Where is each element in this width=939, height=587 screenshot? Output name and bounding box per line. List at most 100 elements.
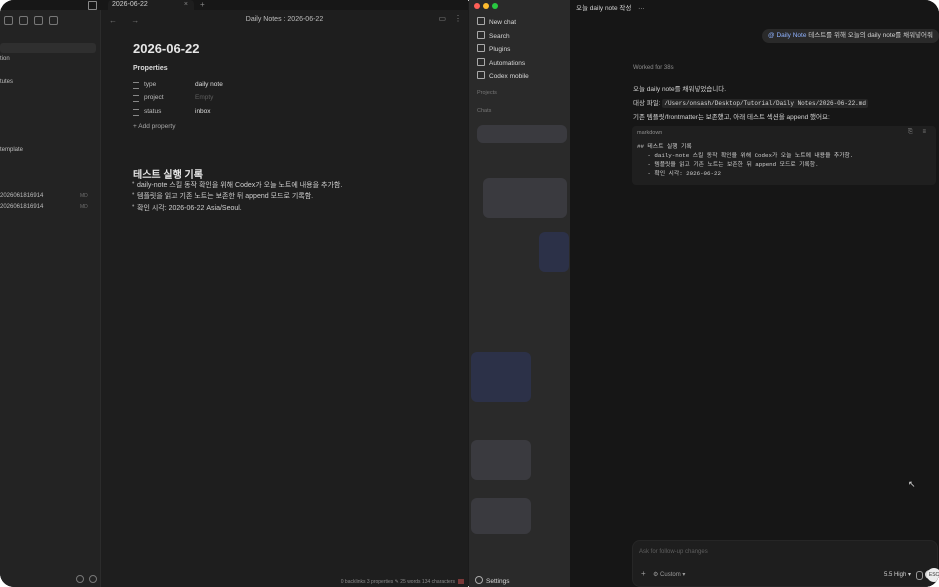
chat-list-item[interactable] <box>477 125 567 143</box>
code-actions[interactable]: ⎘ ≡ <box>908 129 930 136</box>
user-message: @ Daily Note 테스트를 위해 오늘의 daily note를 채워넣… <box>762 29 939 43</box>
sidebar-toggle-icon[interactable] <box>88 1 97 10</box>
phone-icon <box>477 71 485 79</box>
property-key: project <box>144 94 164 101</box>
composer[interactable]: Ask for follow-up changes + ⚙ Custom ▾ 5… <box>632 540 938 587</box>
codex-mobile-button[interactable]: Codex mobile <box>477 71 529 80</box>
property-value[interactable]: inbox <box>195 108 315 115</box>
explorer-item-label: template <box>0 147 24 153</box>
menu-label: Codex mobile <box>489 73 529 80</box>
note-title[interactable]: 2026-06-22 <box>133 41 200 56</box>
codex-sidebar: New chat Search Plugins Automations Code… <box>469 0 570 587</box>
composer-input[interactable]: Ask for follow-up changes <box>639 549 708 555</box>
property-text-icon <box>133 109 139 116</box>
collapse-icon[interactable] <box>49 16 58 25</box>
new-folder-icon[interactable] <box>19 16 28 25</box>
mode-selector[interactable]: ⚙ Custom ▾ <box>653 571 685 578</box>
chat-list-item[interactable] <box>471 498 531 534</box>
explorer-selected-row[interactable] <box>0 43 96 53</box>
code-content: ## 테스트 실행 기록 - daily-note 스킬 동작 확인을 위해 C… <box>637 142 853 178</box>
response-intro: 오늘 daily note를 채워넣었습니다. <box>633 86 727 93</box>
property-key: status <box>144 108 162 115</box>
chat-list-item[interactable] <box>539 232 569 272</box>
tab-close-icon[interactable]: × <box>184 0 188 10</box>
projects-group-label[interactable]: Projects <box>477 90 497 96</box>
more-options-icon[interactable]: ⋮ <box>454 15 462 23</box>
menu-label: Search <box>489 33 510 40</box>
attach-icon[interactable]: + <box>641 569 646 578</box>
property-key: type <box>144 81 157 88</box>
property-value[interactable]: daily note <box>195 81 315 88</box>
settings-icon[interactable] <box>89 575 97 583</box>
zoom-window-icon[interactable] <box>492 3 498 9</box>
explorer-item[interactable]: template <box>0 147 23 153</box>
property-value[interactable]: Empty <box>195 94 315 101</box>
user-message-text: 테스트를 위해 오늘의 daily note를 채워넣어줘 <box>806 32 933 39</box>
automations-button[interactable]: Automations <box>477 58 525 67</box>
obsidian-window: 2026-06-22 × + tion tutes template 20260… <box>0 0 468 587</box>
microphone-icon[interactable] <box>916 571 923 580</box>
minimize-window-icon[interactable] <box>483 3 489 9</box>
close-window-icon[interactable] <box>474 3 480 9</box>
gear-icon <box>475 576 483 584</box>
menu-label: Plugins <box>489 46 511 53</box>
mouse-pointer-icon: ↖ <box>908 479 916 489</box>
list-item[interactable]: 확인 시각: 2026-06-22 Asia/Seoul. <box>132 203 242 213</box>
status-bar: 0 backlinks 3 properties ✎ 25 words 134 … <box>341 579 464 585</box>
explorer-item[interactable]: tutes <box>0 79 13 85</box>
tab-title: 2026-06-22 <box>112 1 148 8</box>
mention-tag[interactable]: @ Daily Note <box>768 32 806 39</box>
chat-list-item[interactable] <box>471 440 531 480</box>
target-file-label: 대상 파일: <box>633 100 663 107</box>
view-actions: ▭ ⋮ <box>438 15 462 23</box>
code-line: - 확인 시각: 2026-06-22 <box>637 170 721 177</box>
search-button[interactable]: Search <box>477 31 510 40</box>
sync-status-icon[interactable] <box>458 579 464 585</box>
list-item[interactable]: daily-note 스킬 동작 확인을 위해 Codex가 오늘 노트에 내용… <box>132 180 342 190</box>
clock-icon <box>477 58 485 66</box>
explorer-footer <box>76 575 97 583</box>
add-property-button[interactable]: + Add property <box>133 123 175 130</box>
plugins-button[interactable]: Plugins <box>477 44 510 53</box>
target-file-path[interactable]: /Users/onsash/Desktop/Tutorial/Daily Not… <box>662 99 868 108</box>
help-icon[interactable] <box>76 575 84 583</box>
explorer-item[interactable]: 2026061816914 MD <box>0 204 88 210</box>
explorer-toolbar <box>4 16 58 26</box>
view-title: Daily Notes : 2026-06-22 <box>245 16 324 23</box>
codex-window: New chat Search Plugins Automations Code… <box>469 0 939 587</box>
file-type-badge: MD <box>80 204 88 210</box>
property-text-icon <box>133 95 139 102</box>
explorer-item-label: tutes <box>0 79 14 85</box>
worked-for-label[interactable]: Worked for 38s <box>633 65 674 71</box>
new-tab-button[interactable]: + <box>200 0 205 10</box>
code-block: markdown ⎘ ≡ ## 테스트 실행 기록 - daily-note 스… <box>632 126 936 185</box>
thread-menu-button[interactable]: ··· <box>638 5 645 12</box>
plugin-icon <box>477 44 485 52</box>
file-explorer: tion tutes template 2026061816914 MD 202… <box>0 10 101 587</box>
response-detail: 기존 템플릿/frontmatter는 보존했고, 아래 테스트 섹션을 app… <box>633 114 830 121</box>
list-item[interactable]: 템플릿을 읽고 기존 노트는 보존한 뒤 append 모드로 기록함. <box>132 191 313 201</box>
chats-group-label[interactable]: Chats <box>477 108 491 114</box>
thread-title-text: 오늘 daily note 작성 <box>576 5 632 12</box>
status-bar-text: 0 backlinks 3 properties ✎ 25 words 134 … <box>340 579 455 585</box>
tab-note[interactable]: 2026-06-22 × <box>108 0 194 10</box>
explorer-item-label: 2026061816914 <box>0 204 44 210</box>
chat-list-item[interactable] <box>471 352 531 402</box>
desktop-frame: 2026-06-22 × + tion tutes template 20260… <box>0 0 939 587</box>
settings-button[interactable]: Settings <box>475 576 510 585</box>
code-line: ## 테스트 실행 기록 <box>637 143 692 150</box>
model-selector[interactable]: 5.5 High ▾ <box>884 571 911 578</box>
response-target-file: 대상 파일: /Users/onsash/Desktop/Tutorial/Da… <box>633 97 868 108</box>
reading-view-icon[interactable]: ▭ <box>438 15 446 23</box>
chat-list-item[interactable] <box>483 178 567 218</box>
esc-badge[interactable]: ESC <box>927 568 939 582</box>
new-chat-button[interactable]: New chat <box>477 17 516 26</box>
file-type-badge: MD <box>80 193 88 199</box>
explorer-item-label: 2026061816914 <box>0 193 44 199</box>
section-heading[interactable]: 테스트 실행 기록 <box>133 166 203 181</box>
code-line: - 템플릿을 읽고 기존 노트는 보존한 뒤 append 모드로 기록함. <box>637 161 819 168</box>
explorer-item[interactable]: 2026061816914 MD <box>0 193 88 199</box>
new-note-icon[interactable] <box>4 16 13 25</box>
explorer-item[interactable]: tion <box>0 56 10 62</box>
sort-icon[interactable] <box>34 16 43 25</box>
